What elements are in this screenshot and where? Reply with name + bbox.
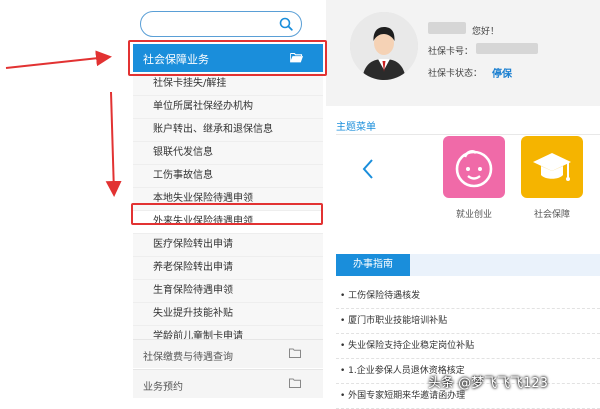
watermark: 头条 @梦飞飞飞123 [428, 376, 548, 391]
annotation-arrows [5, 50, 122, 197]
arrow-to-item [105, 91, 122, 197]
arrow-to-nav [5, 50, 112, 69]
